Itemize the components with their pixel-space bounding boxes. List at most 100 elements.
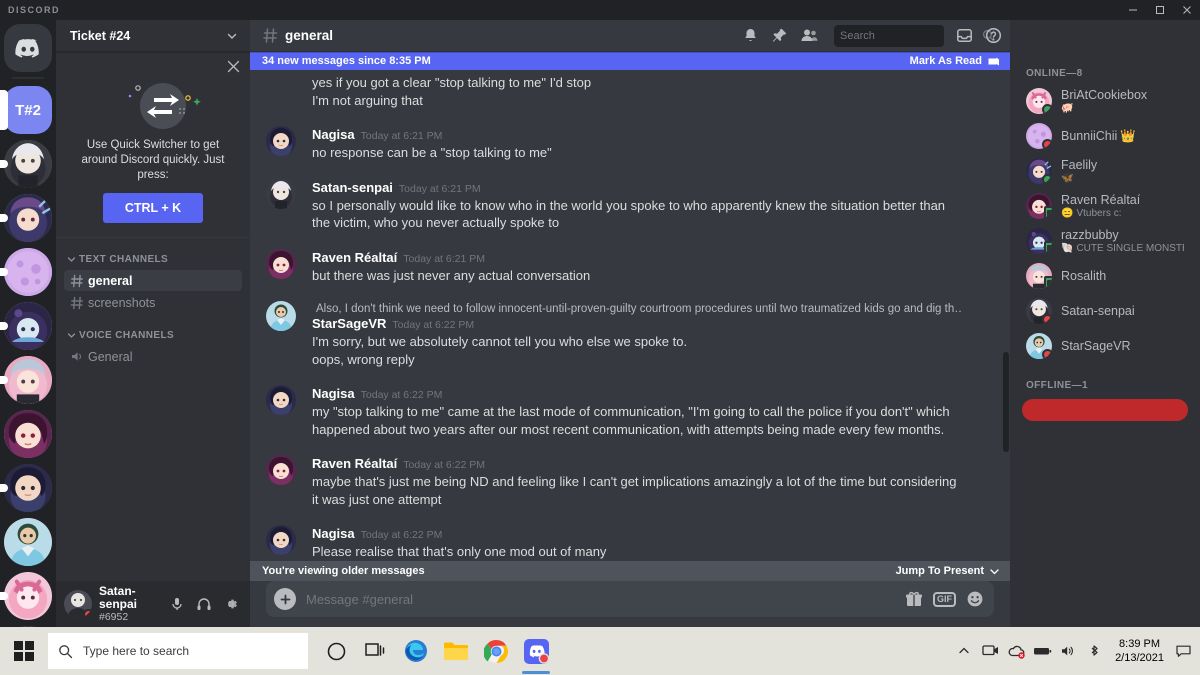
cortana-icon[interactable] — [316, 627, 356, 675]
server-icon[interactable] — [4, 518, 52, 566]
discord-icon[interactable] — [516, 627, 556, 675]
message[interactable]: Nagisa Today at 6:22 PM my "stop talking t… — [250, 384, 1010, 440]
message[interactable]: Raven Réaltaí Today at 6:21 PM but there w… — [250, 248, 1010, 287]
message[interactable]: Raven Réaltaí Today at 6:22 PM maybe that'… — [250, 454, 1010, 510]
avatar[interactable] — [266, 455, 296, 485]
screen-share-icon[interactable] — [977, 627, 1003, 675]
member-list-item[interactable]: BriAtCookiebox 🐖 — [1018, 84, 1192, 118]
minimize-button[interactable] — [1119, 0, 1146, 20]
member-list-item[interactable]: Faelily 🦋 — [1018, 154, 1192, 188]
message[interactable]: Satan-senpai Today at 6:21 PM so I persona… — [250, 178, 1010, 234]
avatar[interactable] — [266, 525, 296, 555]
message-author[interactable]: Raven Réaltaí — [312, 250, 397, 266]
avatar[interactable] — [266, 301, 296, 331]
help-icon[interactable] — [985, 27, 1002, 44]
message-author[interactable]: Raven Réaltaí — [312, 456, 397, 472]
message-author[interactable]: Nagisa — [312, 127, 355, 143]
member-list-item[interactable]: StarSageVR — [1018, 329, 1192, 363]
taskbar-search-box[interactable]: Type here to search — [48, 633, 308, 669]
message[interactable]: Also, I don't think we need to follow in… — [250, 300, 1010, 370]
scrollbar[interactable] — [1003, 352, 1009, 452]
member-name: razzbubby — [1061, 228, 1184, 243]
server-header[interactable]: Ticket #24 — [56, 20, 250, 52]
server-icon[interactable] — [0, 572, 52, 620]
close-button[interactable] — [1173, 0, 1200, 20]
bluetooth-icon[interactable] — [1081, 627, 1107, 675]
reply-context[interactable]: Also, I don't think we need to follow in… — [312, 302, 962, 316]
redacted-member[interactable] — [1022, 399, 1188, 421]
avatar[interactable] — [266, 126, 296, 156]
member-list-item[interactable]: Satan-senpai — [1018, 294, 1192, 328]
member-list-item[interactable]: BunniiChii 👑 — [1018, 119, 1192, 153]
onedrive-icon[interactable] — [1003, 627, 1029, 675]
server-icon[interactable] — [0, 140, 52, 188]
avatar[interactable] — [266, 385, 296, 415]
status-indicator-dnd — [83, 609, 92, 618]
maximize-button[interactable] — [1146, 0, 1173, 20]
message-input[interactable] — [296, 591, 905, 607]
server-icon[interactable] — [4, 410, 52, 458]
taskbar-clock[interactable]: 8:39 PM 2/13/2021 — [1107, 637, 1172, 665]
message-author[interactable]: Nagisa — [312, 386, 355, 402]
avatar[interactable] — [266, 248, 296, 279]
member-list-item[interactable]: razzbubby🐚CUTE SINGLE MONSTER B… — [1018, 224, 1192, 258]
server-icon[interactable] — [0, 194, 52, 242]
viewing-older-messages-bar[interactable]: You're viewing older messages Jump To Pr… — [250, 561, 1010, 581]
avatar[interactable] — [266, 178, 296, 209]
user-identity[interactable]: Satan-senpai #6952 — [99, 585, 163, 624]
pin-icon[interactable] — [771, 27, 788, 44]
volume-icon[interactable] — [1055, 627, 1081, 675]
message[interactable]: yes if you got a clear "stop talking to … — [250, 72, 1010, 111]
server-icon[interactable] — [0, 356, 52, 404]
jump-to-present-button[interactable]: Jump To Present — [896, 565, 1000, 577]
members-icon[interactable] — [800, 27, 818, 44]
avatar[interactable] — [64, 590, 92, 618]
show-hidden-icons-icon[interactable] — [951, 627, 977, 675]
search-box[interactable] — [834, 24, 995, 47]
message-text: yes if you got a clear "stop talking to … — [312, 75, 592, 90]
action-center-icon[interactable] — [1172, 627, 1194, 675]
task-view-icon[interactable] — [356, 627, 396, 675]
channel-category[interactable]: VOICE CHANNELS — [56, 314, 250, 345]
message[interactable]: Nagisa Today at 6:21 PM no response can be… — [250, 125, 1010, 164]
message-author[interactable]: Nagisa — [312, 526, 355, 542]
message-list[interactable]: yes if you got a clear "stop talking to … — [250, 52, 1010, 581]
custom-status-text: 🦋 — [1061, 172, 1074, 184]
composer-box[interactable]: GIF — [266, 581, 994, 617]
server-rail[interactable]: T#2 — [0, 20, 56, 627]
battery-icon[interactable] — [1029, 627, 1055, 675]
channel-item-general[interactable]: general — [64, 270, 242, 291]
microphone-icon[interactable] — [163, 590, 190, 618]
start-button[interactable] — [0, 627, 48, 675]
member-list-item[interactable]: Rosalith — [1018, 259, 1192, 293]
notification-bell-icon[interactable] — [742, 27, 759, 44]
headphones-icon[interactable] — [190, 590, 217, 618]
server-icon[interactable] — [0, 302, 52, 350]
emoji-icon[interactable] — [966, 590, 984, 608]
new-messages-bar[interactable]: 34 new messages since 8:35 PM Mark As Re… — [250, 52, 1010, 70]
channel-category[interactable]: TEXT CHANNELS — [56, 238, 250, 269]
quick-switcher-key-button[interactable]: CTRL + K — [102, 193, 204, 223]
gif-button[interactable]: GIF — [933, 591, 956, 607]
home-button[interactable] — [4, 24, 52, 72]
member-list[interactable]: ONLINE—8 BriAtCookiebox 🐖 BunniiChii 👑 Faeli… — [1010, 20, 1200, 627]
microsoft-edge-icon[interactable] — [396, 627, 436, 675]
gift-icon[interactable] — [905, 590, 923, 608]
google-chrome-icon[interactable] — [476, 627, 516, 675]
message-author[interactable]: StarSageVR — [312, 316, 386, 332]
file-explorer-icon[interactable] — [436, 627, 476, 675]
channel-item-screenshots[interactable]: screenshots — [64, 292, 242, 313]
message[interactable]: Nagisa Today at 6:22 PM Please realise tha… — [250, 524, 1010, 563]
message-author[interactable]: Satan-senpai — [312, 180, 393, 196]
add-attachment-icon[interactable] — [274, 588, 296, 610]
close-icon[interactable] — [227, 60, 240, 73]
member-list-item[interactable]: Raven Réaltaí 😑 Vtubers c: — [1018, 189, 1192, 223]
server-icon[interactable] — [0, 248, 52, 296]
server-icon[interactable] — [0, 464, 52, 512]
settings-gear-icon[interactable] — [217, 590, 244, 618]
channel-item-general[interactable]: General — [64, 346, 242, 367]
inbox-icon[interactable] — [956, 27, 973, 44]
mark-as-read-button[interactable]: Mark As Read — [910, 55, 1000, 68]
chevron-down-icon[interactable] — [226, 30, 238, 42]
server-icon-selected[interactable]: T#2 — [0, 86, 52, 134]
